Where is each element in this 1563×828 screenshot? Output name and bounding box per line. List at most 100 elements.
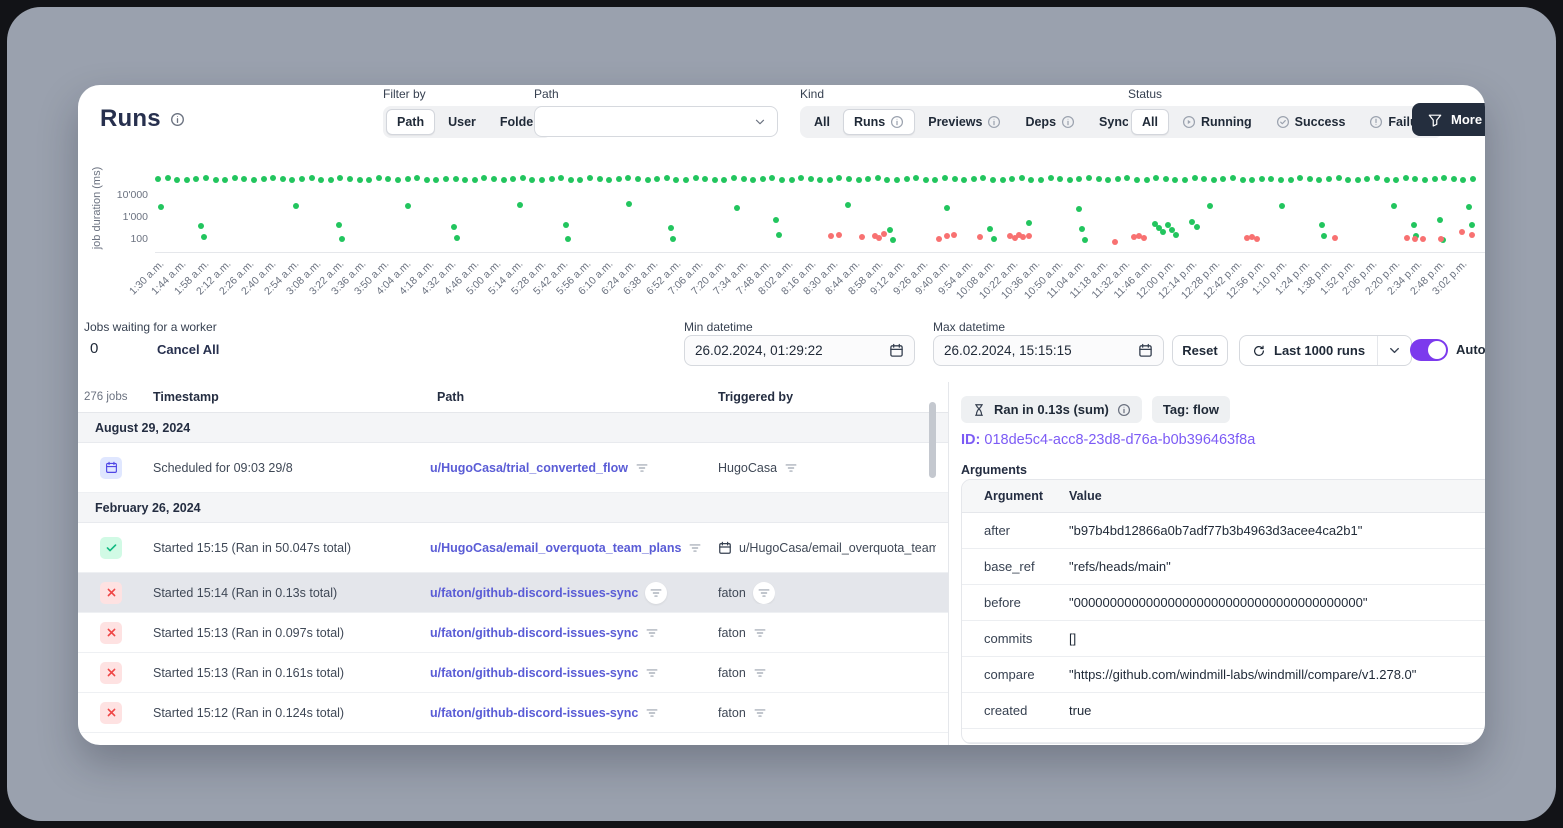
chart-point[interactable] [1048, 175, 1054, 181]
chart-point[interactable] [760, 176, 766, 182]
chart-point[interactable] [1086, 175, 1092, 181]
chart-point[interactable] [865, 176, 871, 182]
chart-point[interactable] [683, 177, 689, 183]
chart-point[interactable] [451, 224, 457, 230]
chart-point[interactable] [251, 177, 257, 183]
chart-point[interactable] [347, 176, 353, 182]
chart-point[interactable] [693, 175, 699, 181]
runs-count-dropdown[interactable] [1377, 336, 1411, 365]
chart-point[interactable] [987, 226, 993, 232]
chart-point[interactable] [734, 205, 740, 211]
kind-option-all[interactable]: All [803, 109, 841, 135]
chart-point[interactable] [1009, 176, 1015, 182]
last-runs-button[interactable]: Last 1000 runs [1240, 336, 1377, 365]
chart-point[interactable] [1057, 176, 1063, 182]
autorefresh-toggle[interactable] [1410, 339, 1448, 361]
chart-point[interactable] [741, 176, 747, 182]
chart-point[interactable] [894, 177, 900, 183]
filter-by-path-icon[interactable] [645, 626, 659, 640]
jobs-scrollbar[interactable] [929, 402, 936, 478]
filter-by-path-icon[interactable] [645, 582, 667, 604]
job-row[interactable]: Scheduled for 09:03 29/8u/HugoCasa/trial… [78, 443, 948, 493]
cancel-all-button[interactable]: Cancel All [157, 342, 219, 357]
chart-point[interactable] [1026, 220, 1032, 226]
chart-point[interactable] [904, 176, 910, 182]
chart-point[interactable] [328, 177, 334, 183]
chart-point[interactable] [1141, 235, 1147, 241]
chart-point[interactable] [961, 177, 967, 183]
filter-by-user-icon[interactable] [753, 666, 767, 680]
chart-point[interactable] [769, 175, 775, 181]
chart-point[interactable] [565, 236, 571, 242]
job-path-link[interactable]: u/faton/github-discord-issues-sync [430, 626, 638, 640]
job-duration-chart[interactable]: job duration (ms) 10'000 1'000 100 1:30 … [78, 150, 1485, 318]
chart-point[interactable] [1404, 235, 1410, 241]
filter-by-path-icon[interactable] [645, 706, 659, 720]
chart-point[interactable] [913, 175, 919, 181]
chart-point[interactable] [876, 235, 882, 241]
chart-point[interactable] [577, 177, 583, 183]
chart-point[interactable] [174, 177, 180, 183]
filter-by-option-path[interactable]: Path [386, 109, 435, 135]
chart-point[interactable] [424, 177, 430, 183]
job-path-link[interactable]: u/HugoCasa/trial_converted_flow [430, 461, 628, 475]
chart-point[interactable] [1163, 176, 1169, 182]
chart-point[interactable] [203, 175, 209, 181]
chart-point[interactable] [1460, 177, 1466, 183]
chart-point[interactable] [1134, 177, 1140, 183]
chart-point[interactable] [1207, 203, 1213, 209]
status-option-all[interactable]: All [1131, 109, 1169, 135]
chart-point[interactable] [951, 232, 957, 238]
chart-point[interactable] [845, 202, 851, 208]
chart-point[interactable] [289, 177, 295, 183]
chart-point[interactable] [731, 175, 737, 181]
chart-point[interactable] [884, 177, 890, 183]
chart-point[interactable] [357, 177, 363, 183]
chart-point[interactable] [635, 176, 641, 182]
chart-point[interactable] [668, 225, 674, 231]
max-datetime-input[interactable]: 26.02.2024, 15:15:15 [933, 335, 1164, 366]
chart-point[interactable] [827, 177, 833, 183]
chart-point[interactable] [1112, 239, 1118, 245]
job-row[interactable]: Started 15:13 (Ran in 0.161s total)u/fat… [78, 653, 948, 693]
run-id-value[interactable]: 018de5c4-acc8-23d8-d76a-b0b396463f8a [984, 432, 1255, 448]
chart-point[interactable] [241, 176, 247, 182]
calendar-icon[interactable] [1138, 343, 1153, 358]
status-option-success[interactable]: Success [1265, 109, 1357, 135]
chart-point[interactable] [1038, 177, 1044, 183]
filter-by-path-icon[interactable] [645, 666, 659, 680]
chart-point[interactable] [664, 175, 670, 181]
chart-point[interactable] [1189, 219, 1195, 225]
chart-point[interactable] [1279, 203, 1285, 209]
chart-point[interactable] [1355, 177, 1361, 183]
chart-point[interactable] [501, 177, 507, 183]
filter-by-user-icon[interactable] [753, 626, 767, 640]
chart-point[interactable] [462, 177, 468, 183]
chart-point[interactable] [337, 175, 343, 181]
chart-point[interactable] [454, 235, 460, 241]
chart-point[interactable] [453, 176, 459, 182]
chart-point[interactable] [1268, 176, 1274, 182]
chart-point[interactable] [773, 217, 779, 223]
chart-point[interactable] [991, 236, 997, 242]
chart-point[interactable] [1259, 176, 1265, 182]
filter-by-path-icon[interactable] [635, 461, 649, 475]
chart-point[interactable] [944, 205, 950, 211]
chart-point[interactable] [299, 176, 305, 182]
chart-point[interactable] [491, 176, 497, 182]
chart-point[interactable] [1403, 175, 1409, 181]
chart-point[interactable] [1182, 177, 1188, 183]
chart-point[interactable] [481, 175, 487, 181]
chart-point[interactable] [1076, 176, 1082, 182]
chart-point[interactable] [776, 232, 782, 238]
chart-point[interactable] [1412, 236, 1418, 242]
chart-point[interactable] [198, 223, 204, 229]
chart-point[interactable] [1026, 233, 1032, 239]
chart-point[interactable] [936, 236, 942, 242]
chart-point[interactable] [1067, 177, 1073, 183]
chart-point[interactable] [510, 176, 516, 182]
chart-point[interactable] [395, 177, 401, 183]
chart-point[interactable] [1336, 175, 1342, 181]
chart-point[interactable] [193, 176, 199, 182]
chart-point[interactable] [155, 176, 161, 182]
